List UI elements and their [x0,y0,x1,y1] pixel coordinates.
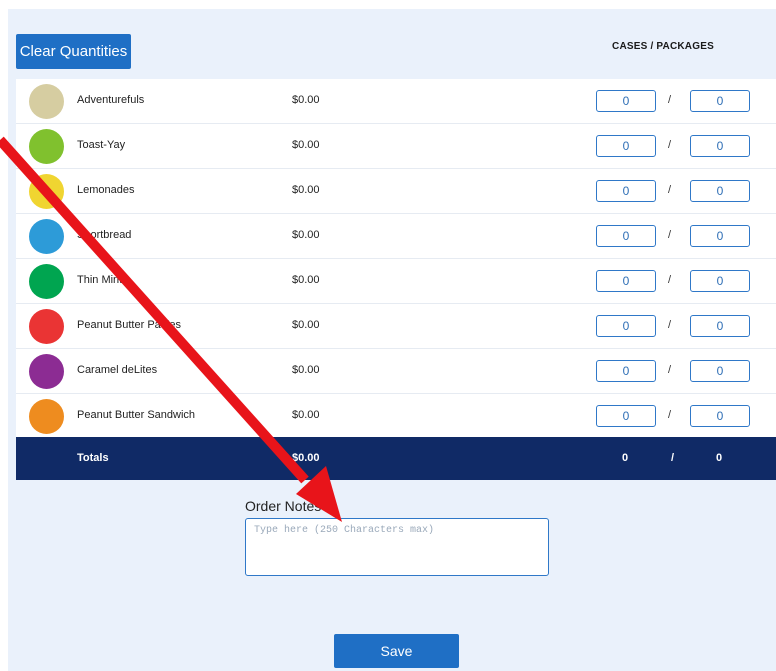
quantity-separator: / [668,229,672,241]
product-price: $0.00 [292,139,320,151]
product-name: Peanut Butter Sandwich [77,409,196,421]
cases-input[interactable] [596,180,656,202]
packages-input[interactable] [690,180,750,202]
product-price: $0.00 [292,409,320,421]
product-color-swatch [29,264,64,299]
cases-input[interactable] [596,405,656,427]
product-name: Shortbread [77,229,132,241]
product-price: $0.00 [292,94,320,106]
product-price: $0.00 [292,184,320,196]
clear-quantities-button[interactable]: Clear Quantities [16,34,131,69]
cases-input[interactable] [596,315,656,337]
cases-input[interactable] [596,90,656,112]
totals-separator: / [671,452,675,464]
product-price: $0.00 [292,319,320,331]
packages-input[interactable] [690,135,750,157]
packages-input[interactable] [690,90,750,112]
product-name: Adventurefuls [77,94,145,106]
cases-input[interactable] [596,135,656,157]
order-notes-label: Order Notes [245,498,322,514]
product-color-swatch [29,354,64,389]
cases-packages-header: CASES / PACKAGES [612,41,714,52]
product-row: Peanut Butter Sandwich $0.00 / [16,394,776,439]
product-name: Caramel deLites [77,364,158,376]
product-row: Caramel deLites $0.00 / [16,349,776,394]
packages-input[interactable] [690,225,750,247]
product-color-swatch [29,399,64,434]
product-color-swatch [29,129,64,164]
packages-input[interactable] [690,270,750,292]
totals-label: Totals [77,452,109,464]
save-button[interactable]: Save [334,634,459,668]
quantity-separator: / [668,139,672,151]
packages-input[interactable] [690,405,750,427]
quantity-separator: / [668,364,672,376]
product-color-swatch [29,84,64,119]
quantity-separator: / [668,274,672,286]
totals-packages: 0 [716,452,723,464]
product-row: Lemonades $0.00 / [16,169,776,214]
product-color-swatch [29,219,64,254]
cases-input[interactable] [596,270,656,292]
product-list: Adventurefuls $0.00 / Toast-Yay $0.00 / … [16,79,776,439]
product-name: Toast-Yay [77,139,126,151]
quantity-separator: / [668,409,672,421]
cases-input[interactable] [596,360,656,382]
product-row: Toast-Yay $0.00 / [16,124,776,169]
product-price: $0.00 [292,364,320,376]
cases-input[interactable] [596,225,656,247]
packages-input[interactable] [690,315,750,337]
product-name: Thin Mints [77,274,128,286]
packages-input[interactable] [690,360,750,382]
quantity-separator: / [668,319,672,331]
quantity-separator: / [668,94,672,106]
product-row: Adventurefuls $0.00 / [16,79,776,124]
product-price: $0.00 [292,229,320,241]
product-color-swatch [29,309,64,344]
totals-cases: 0 [622,452,629,464]
product-price: $0.00 [292,274,320,286]
order-notes-input[interactable] [245,518,549,576]
product-row: Shortbread $0.00 / [16,214,776,259]
totals-price: $0.00 [292,452,320,464]
product-name: Lemonades [77,184,135,196]
quantity-separator: / [668,184,672,196]
product-name: Peanut Butter Patties [77,319,181,331]
product-row: Thin Mints $0.00 / [16,259,776,304]
product-color-swatch [29,174,64,209]
product-row: Peanut Butter Patties $0.00 / [16,304,776,349]
totals-bar: Totals $0.00 0 / 0 [16,437,776,480]
